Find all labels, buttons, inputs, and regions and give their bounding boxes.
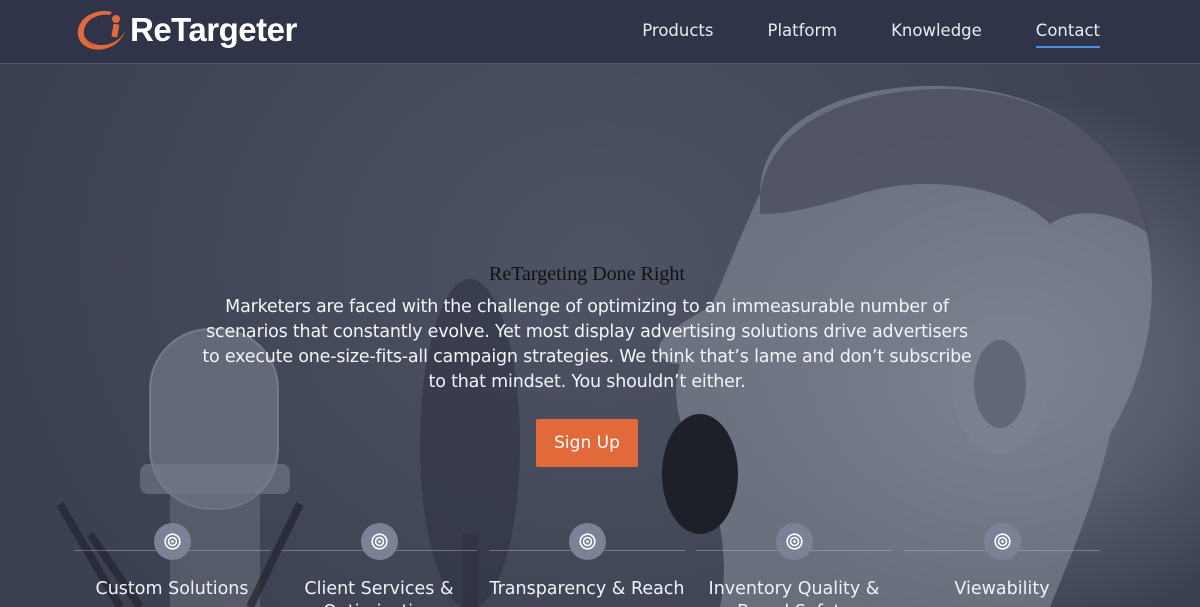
feature-label: Custom Solutions [95, 579, 249, 599]
target-icon [154, 523, 191, 560]
retargeter-logo-icon [77, 10, 125, 50]
feature-client-services[interactable]: Client Services & Optimization [281, 522, 477, 607]
features-row: Custom Solutions Client Services & Optim… [74, 522, 1100, 607]
feature-transparency[interactable]: Transparency & Reach [489, 522, 685, 607]
nav-item-knowledge[interactable]: Knowledge [891, 13, 982, 48]
sign-up-button[interactable]: Sign Up [536, 419, 638, 467]
target-icon [984, 523, 1021, 560]
feature-label: Viewability [954, 579, 1050, 599]
target-icon [361, 523, 398, 560]
nav-item-platform[interactable]: Platform [768, 13, 838, 48]
hero-title: ReTargeting Done Right [489, 263, 685, 285]
feature-label: Inventory Quality & Brand Safety [708, 579, 880, 607]
feature-label: Client Services & Optimization [304, 579, 454, 607]
nav-item-contact[interactable]: Contact [1035, 13, 1101, 48]
main-nav: Products Platform Knowledge Contact [588, 0, 1101, 60]
feature-viewability[interactable]: Viewability [904, 522, 1100, 607]
hero-description: Marketers are faced with the challenge o… [202, 297, 972, 392]
feature-custom-solutions[interactable]: Custom Solutions [74, 522, 270, 607]
feature-inventory-quality[interactable]: Inventory Quality & Brand Safety [696, 522, 892, 607]
nav-item-products[interactable]: Products [642, 13, 713, 48]
logo-text: ReTargeter [130, 11, 297, 48]
page: ReTargeter Products Platform Knowledge C… [0, 0, 1200, 607]
target-icon [776, 523, 813, 560]
target-icon [569, 523, 606, 560]
feature-label: Transparency & Reach [489, 579, 685, 599]
logo[interactable]: ReTargeter [72, 6, 297, 54]
site-header: ReTargeter Products Platform Knowledge C… [0, 0, 1200, 64]
hero-section: ReTargeting Done Right Marketers are fac… [0, 64, 1200, 607]
